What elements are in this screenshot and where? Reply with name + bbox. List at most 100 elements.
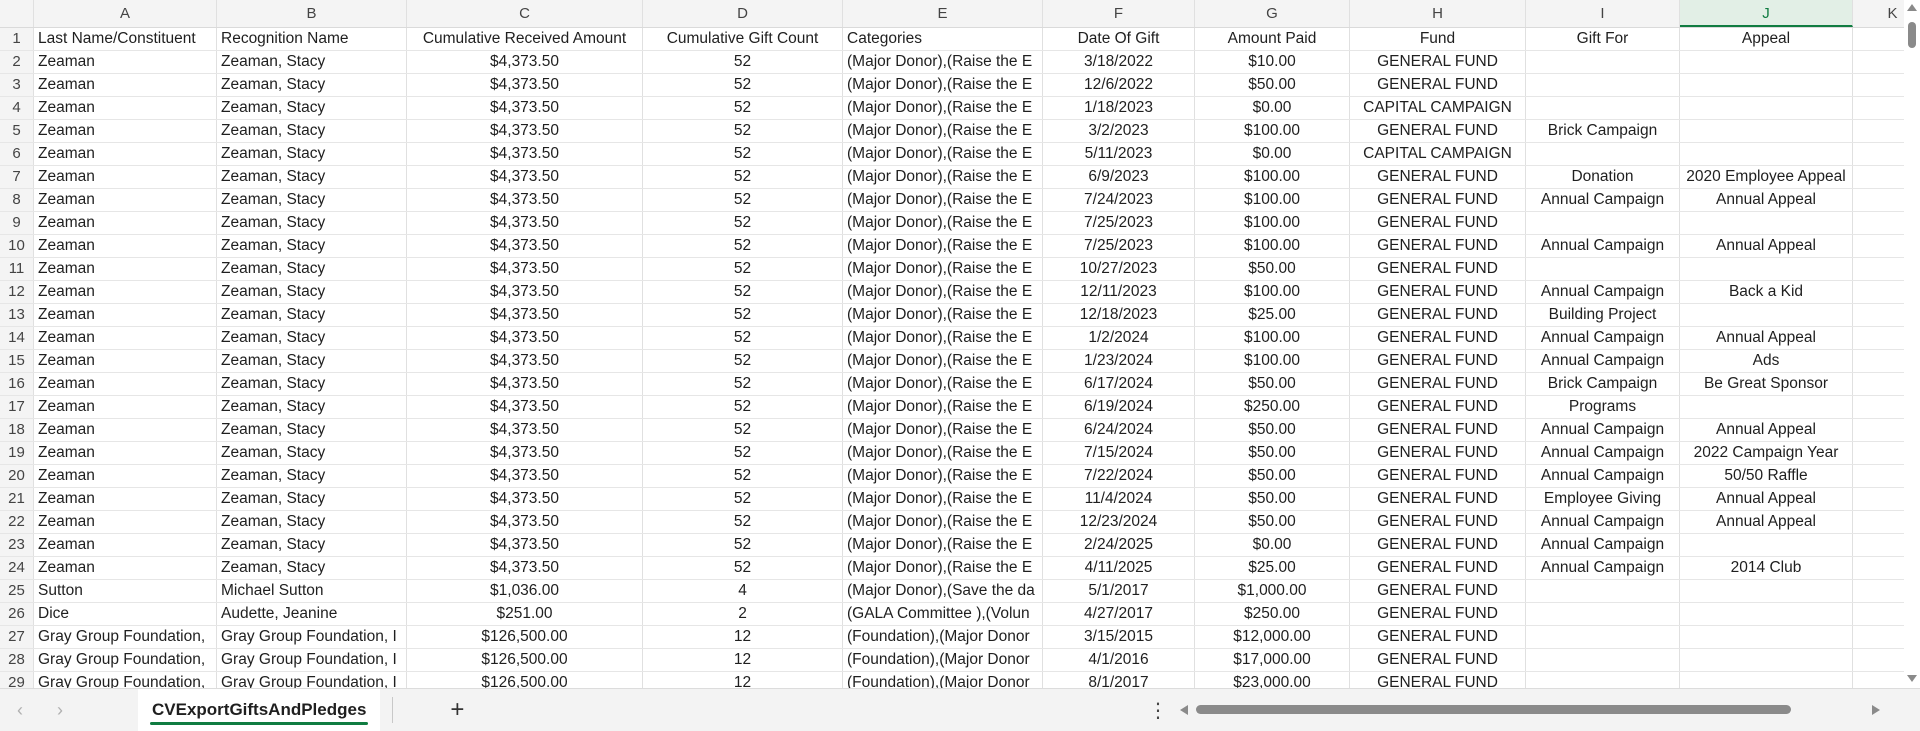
cell-i-15[interactable]: Annual Campaign [1526, 350, 1680, 372]
cell-e-7[interactable]: (Major Donor),(Raise the E [843, 166, 1043, 188]
cell-b-10[interactable]: Zeaman, Stacy [217, 235, 407, 257]
cell-j-2[interactable] [1680, 51, 1853, 73]
row-number[interactable]: 12 [0, 281, 34, 303]
cell-a-2[interactable]: Zeaman [34, 51, 217, 73]
cell-h-3[interactable]: GENERAL FUND [1350, 74, 1526, 96]
cell-d-22[interactable]: 52 [643, 511, 843, 533]
cell-c-2[interactable]: $4,373.50 [407, 51, 643, 73]
cell-a-21[interactable]: Zeaman [34, 488, 217, 510]
cell-j-25[interactable] [1680, 580, 1853, 602]
cell-a-11[interactable]: Zeaman [34, 258, 217, 280]
row-number[interactable]: 15 [0, 350, 34, 372]
cell-a-17[interactable]: Zeaman [34, 396, 217, 418]
cell-c-23[interactable]: $4,373.50 [407, 534, 643, 556]
next-sheet-icon[interactable]: › [40, 689, 80, 731]
row-number[interactable]: 1 [0, 28, 34, 50]
cell-b-21[interactable]: Zeaman, Stacy [217, 488, 407, 510]
cell-f-22[interactable]: 12/23/2024 [1043, 511, 1195, 533]
cell-i-28[interactable] [1526, 649, 1680, 671]
cell-h-17[interactable]: GENERAL FUND [1350, 396, 1526, 418]
cell-i-8[interactable]: Annual Campaign [1526, 189, 1680, 211]
cell-i-27[interactable] [1526, 626, 1680, 648]
cell-j-4[interactable] [1680, 97, 1853, 119]
cell-g-25[interactable]: $1,000.00 [1195, 580, 1350, 602]
cell-a-19[interactable]: Zeaman [34, 442, 217, 464]
column-header-j[interactable]: J [1680, 0, 1853, 27]
row-number[interactable]: 2 [0, 51, 34, 73]
row-number[interactable]: 18 [0, 419, 34, 441]
cell-i-25[interactable] [1526, 580, 1680, 602]
cell-e-11[interactable]: (Major Donor),(Raise the E [843, 258, 1043, 280]
cell-e-21[interactable]: (Major Donor),(Raise the E [843, 488, 1043, 510]
cell-j-8[interactable]: Annual Appeal [1680, 189, 1853, 211]
column-header-i[interactable]: I [1526, 0, 1680, 27]
cell-a-10[interactable]: Zeaman [34, 235, 217, 257]
cell-f-21[interactable]: 11/4/2024 [1043, 488, 1195, 510]
cell-h-18[interactable]: GENERAL FUND [1350, 419, 1526, 441]
cell-e-27[interactable]: (Foundation),(Major Donor [843, 626, 1043, 648]
cell-d-16[interactable]: 52 [643, 373, 843, 395]
cell-b-25[interactable]: Michael Sutton [217, 580, 407, 602]
cell-b-14[interactable]: Zeaman, Stacy [217, 327, 407, 349]
row-number[interactable]: 4 [0, 97, 34, 119]
cell-f-16[interactable]: 6/17/2024 [1043, 373, 1195, 395]
cell-e-23[interactable]: (Major Donor),(Raise the E [843, 534, 1043, 556]
cell-d-25[interactable]: 4 [643, 580, 843, 602]
cell-j-1[interactable]: Appeal [1680, 28, 1853, 50]
cell-d-4[interactable]: 52 [643, 97, 843, 119]
cell-a-27[interactable]: Gray Group Foundation, [34, 626, 217, 648]
cell-a-25[interactable]: Sutton [34, 580, 217, 602]
cell-i-16[interactable]: Brick Campaign [1526, 373, 1680, 395]
cell-j-7[interactable]: 2020 Employee Appeal [1680, 166, 1853, 188]
prev-sheet-icon[interactable]: ‹ [0, 689, 40, 731]
column-header-c[interactable]: C [407, 0, 643, 27]
cell-f-17[interactable]: 6/19/2024 [1043, 396, 1195, 418]
cell-a-4[interactable]: Zeaman [34, 97, 217, 119]
cell-g-2[interactable]: $10.00 [1195, 51, 1350, 73]
cell-h-10[interactable]: GENERAL FUND [1350, 235, 1526, 257]
cell-c-18[interactable]: $4,373.50 [407, 419, 643, 441]
cell-b-5[interactable]: Zeaman, Stacy [217, 120, 407, 142]
row-number[interactable]: 3 [0, 74, 34, 96]
cell-e-18[interactable]: (Major Donor),(Raise the E [843, 419, 1043, 441]
cell-g-5[interactable]: $100.00 [1195, 120, 1350, 142]
scroll-up-icon[interactable] [1907, 4, 1917, 11]
cell-h-16[interactable]: GENERAL FUND [1350, 373, 1526, 395]
cell-g-19[interactable]: $50.00 [1195, 442, 1350, 464]
cell-c-24[interactable]: $4,373.50 [407, 557, 643, 579]
cell-b-13[interactable]: Zeaman, Stacy [217, 304, 407, 326]
cell-g-15[interactable]: $100.00 [1195, 350, 1350, 372]
column-header-g[interactable]: G [1195, 0, 1350, 27]
cell-e-12[interactable]: (Major Donor),(Raise the E [843, 281, 1043, 303]
cell-j-11[interactable] [1680, 258, 1853, 280]
cell-j-29[interactable] [1680, 672, 1853, 688]
cell-a-3[interactable]: Zeaman [34, 74, 217, 96]
cell-g-22[interactable]: $50.00 [1195, 511, 1350, 533]
row-number[interactable]: 24 [0, 557, 34, 579]
row-number[interactable]: 23 [0, 534, 34, 556]
cell-f-2[interactable]: 3/18/2022 [1043, 51, 1195, 73]
cell-c-1[interactable]: Cumulative Received Amount [407, 28, 643, 50]
scroll-down-icon[interactable] [1907, 675, 1917, 682]
cell-e-25[interactable]: (Major Donor),(Save the da [843, 580, 1043, 602]
cell-d-28[interactable]: 12 [643, 649, 843, 671]
row-number[interactable]: 21 [0, 488, 34, 510]
row-number[interactable]: 9 [0, 212, 34, 234]
cell-a-23[interactable]: Zeaman [34, 534, 217, 556]
cell-i-1[interactable]: Gift For [1526, 28, 1680, 50]
cell-d-7[interactable]: 52 [643, 166, 843, 188]
row-number[interactable]: 16 [0, 373, 34, 395]
row-number[interactable]: 5 [0, 120, 34, 142]
cell-b-7[interactable]: Zeaman, Stacy [217, 166, 407, 188]
cell-h-6[interactable]: CAPITAL CAMPAIGN [1350, 143, 1526, 165]
cell-c-14[interactable]: $4,373.50 [407, 327, 643, 349]
cell-j-9[interactable] [1680, 212, 1853, 234]
cell-f-4[interactable]: 1/18/2023 [1043, 97, 1195, 119]
cell-e-9[interactable]: (Major Donor),(Raise the E [843, 212, 1043, 234]
cell-e-29[interactable]: (Foundation),(Major Donor [843, 672, 1043, 688]
cell-h-22[interactable]: GENERAL FUND [1350, 511, 1526, 533]
cell-j-23[interactable] [1680, 534, 1853, 556]
cell-c-25[interactable]: $1,036.00 [407, 580, 643, 602]
cell-i-24[interactable]: Annual Campaign [1526, 557, 1680, 579]
cell-g-28[interactable]: $17,000.00 [1195, 649, 1350, 671]
